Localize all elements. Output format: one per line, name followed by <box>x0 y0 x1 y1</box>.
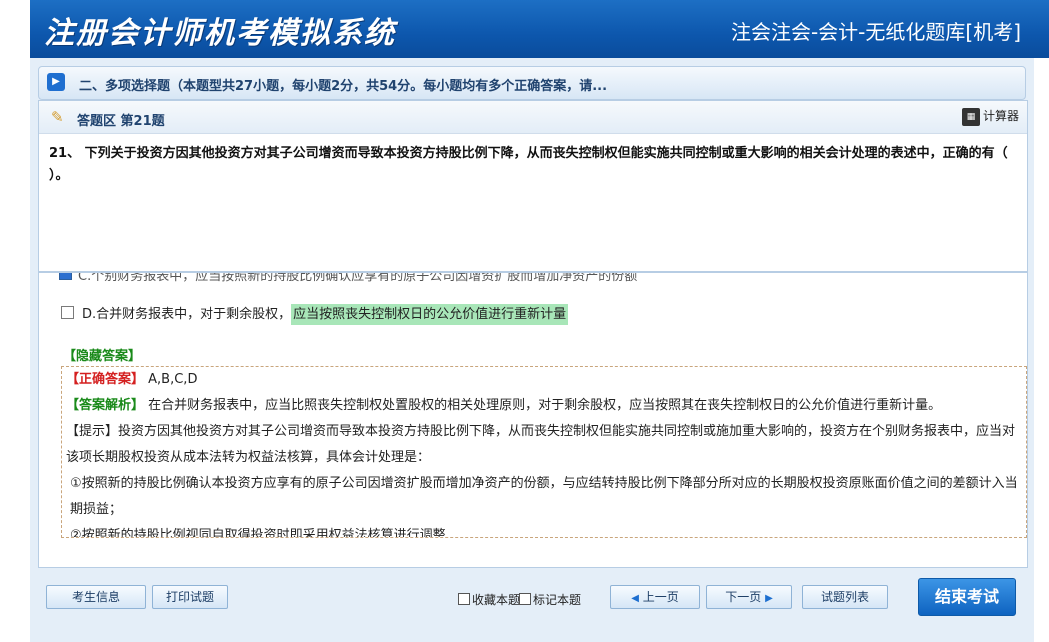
candidate-info-button[interactable]: 考生信息 <box>46 585 146 609</box>
analysis-label: 【答案解析】 <box>66 398 145 413</box>
pencil-icon: ✎ <box>51 108 64 126</box>
correct-answer-row: 【正确答案】 A,B,C,D <box>62 367 1026 393</box>
section-bar[interactable]: ▶ 二、多项选择题（本题型共27小题，每小题2分，共54分。每小题均有多个正确答… <box>38 66 1026 100</box>
next-label: 下一页 <box>725 590 762 604</box>
print-button[interactable]: 打印试题 <box>152 585 228 609</box>
analysis-text: 在合并财务报表中，应当比照丧失控制权处置股权的相关处理原则，对于剩余股权，应当按… <box>148 398 942 413</box>
favorite-checkbox[interactable] <box>458 593 470 605</box>
prev-arrow-icon: ◀ <box>631 593 639 604</box>
favorite-label: 收藏本题 <box>472 593 521 607</box>
option-d-highlight: 应当按照丧失控制权日的公允价值进行重新计量 <box>291 304 569 325</box>
point-2: ②按照新的持股比例视同自取得投资时即采用权益法核算进行调整 <box>70 528 446 538</box>
answer-area-header: ✎ 答题区 第21题 ▦ 计算器 <box>39 101 1027 134</box>
hidden-answer-toggle[interactable]: 【隐藏答案】 <box>63 345 141 364</box>
option-c-checkbox[interactable] <box>59 273 72 280</box>
question-text: 21、 下列关于投资方因其他投资方对其子公司增资而导致本投资方持股比例下降，从而… <box>49 146 1008 183</box>
option-d[interactable]: D.合并财务报表中，对于剩余股权， 应当按照丧失控制权日的公允价值进行重新计量 <box>61 303 569 325</box>
calculator-button[interactable]: ▦ 计算器 <box>961 107 1019 126</box>
next-arrow-icon: ▶ <box>765 593 773 604</box>
answer-area: ✎ 答题区 第21题 ▦ 计算器 21、 下列关于投资方因其他投资方对其子公司增资… <box>38 100 1028 272</box>
option-d-checkbox[interactable] <box>61 306 74 319</box>
answer-explanation: 【正确答案】 A,B,C,D 【答案解析】 在合并财务报表中，应当比照丧失控制权… <box>61 366 1027 538</box>
next-page-button[interactable]: 下一页 ▶ <box>706 585 792 609</box>
play-icon[interactable]: ▶ <box>47 73 65 91</box>
option-d-text: D.合并财务报表中，对于剩余股权， <box>82 307 292 322</box>
correct-answer-label: 【正确答案】 <box>66 372 145 387</box>
question-list-button[interactable]: 试题列表 <box>802 585 888 609</box>
end-exam-button[interactable]: 结束考试 <box>918 578 1016 616</box>
main-frame: ▶ 二、多项选择题（本题型共27小题，每小题2分，共54分。每小题均有多个正确答… <box>30 58 1034 642</box>
option-c-text: C.个别财务报表中，应当按照新的持股比例确认应享有的原子公司因增资扩股而增加净资… <box>78 272 638 284</box>
tip-text: 【提示】投资方因其他投资方对其子公司增资而导致本投资方持股比例下降，从而丧失控制… <box>66 424 1016 465</box>
correct-answer-value: A,B,C,D <box>148 372 198 387</box>
mark-checkbox[interactable] <box>519 593 531 605</box>
app-brand: 注册会计师机考模拟系统 <box>44 16 396 51</box>
favorite-toggle[interactable]: 收藏本题 <box>458 591 520 608</box>
footer-toolbar: 考生信息 打印试题 收藏本题 标记本题 ◀ 上一页 下一页 ▶ 试题列表 结束考… <box>38 572 1032 634</box>
options-panel: C.个别财务报表中，应当按照新的持股比例确认应享有的原子公司因增资扩股而增加净资… <box>38 272 1028 568</box>
section-title: 二、多项选择题（本题型共27小题，每小题2分，共54分。每小题均有多个正确答案，… <box>79 79 608 94</box>
prev-page-button[interactable]: ◀ 上一页 <box>610 585 700 609</box>
answer-area-label: 答题区 第21题 <box>77 114 165 129</box>
mark-label: 标记本题 <box>533 593 582 607</box>
point-1: ①按照新的持股比例确认本投资方应享有的原子公司因增资扩股而增加净资产的份额，与应… <box>70 476 1018 517</box>
analysis-row: 【答案解析】 在合并财务报表中，应当比照丧失控制权处置股权的相关处理原则，对于剩… <box>62 393 1026 419</box>
calculator-label: 计算器 <box>982 109 1019 123</box>
calculator-icon: ▦ <box>961 107 980 126</box>
prev-label: 上一页 <box>642 590 679 604</box>
exam-name: 注会注会-会计-无纸化题库[机考] <box>730 20 1021 44</box>
mark-toggle[interactable]: 标记本题 <box>519 591 581 608</box>
app-header: 注册会计师机考模拟系统 注会注会-会计-无纸化题库[机考] <box>30 0 1049 58</box>
option-c[interactable]: C.个别财务报表中，应当按照新的持股比例确认应享有的原子公司因增资扩股而增加净资… <box>59 272 638 284</box>
